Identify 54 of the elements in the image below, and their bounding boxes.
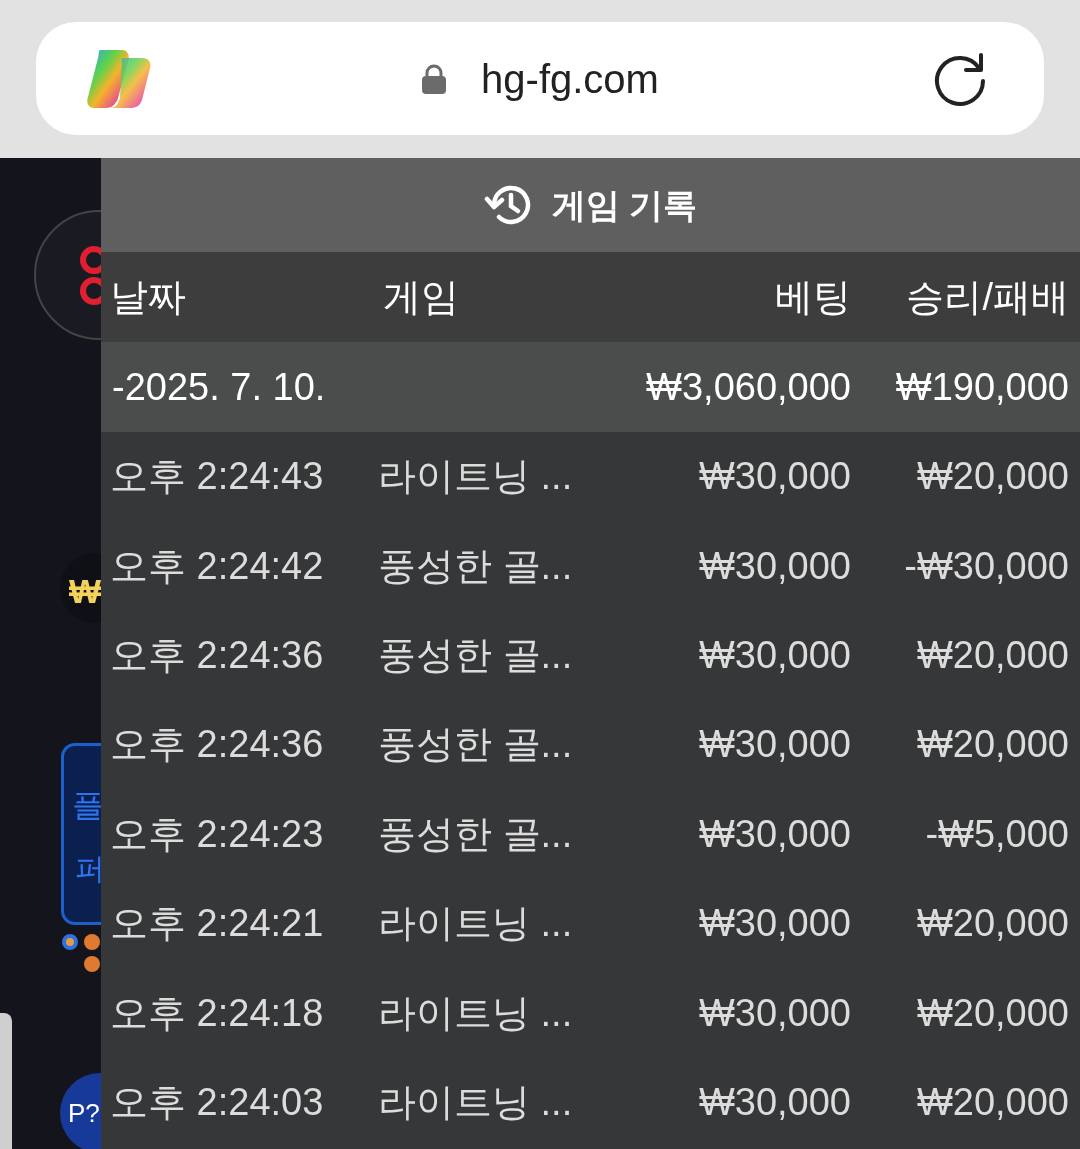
game-cell-text: 라이트닝 ... bbox=[378, 990, 574, 1036]
game-cell-text: 라이트닝 ... bbox=[378, 901, 574, 947]
column-header[interactable]: 승리/패배 bbox=[851, 268, 1069, 326]
game-cell-text: 라이트닝 ... bbox=[378, 454, 574, 500]
bet-cell-text: ₩30,000 bbox=[697, 990, 851, 1036]
time-cell-text: 오후 2:24:36 bbox=[110, 722, 325, 768]
promo-text: 퍼 bbox=[74, 851, 101, 887]
game-cell-text: 라이트닝 ... bbox=[378, 1079, 574, 1125]
game-cell-text: 풍성한 골... bbox=[378, 811, 574, 857]
avatar[interactable]: P? bbox=[60, 1073, 101, 1149]
column-header[interactable]: 날짜 bbox=[110, 268, 378, 326]
bet-cell-text: ₩30,000 bbox=[697, 543, 851, 589]
bet-cell-text: ₩30,000 bbox=[697, 811, 851, 857]
result-cell-text: ₩20,000 bbox=[915, 632, 1069, 678]
panel-title: 게임 기록 bbox=[551, 184, 698, 226]
time-cell-text: 오후 2:24:36 bbox=[110, 632, 325, 678]
bet-total: ₩3,060,000 bbox=[645, 364, 851, 410]
time-cell-text: 오후 2:24:43 bbox=[110, 454, 325, 500]
bet-cell-text: ₩30,000 bbox=[697, 454, 851, 500]
game-cell-text: 풍성한 골... bbox=[378, 543, 574, 589]
game-cell-text: 풍성한 골... bbox=[378, 722, 574, 768]
result-cell-text: ₩20,000 bbox=[915, 454, 1069, 500]
time-cell-text: 오후 2:24:23 bbox=[110, 811, 325, 857]
date-text: -2025. 7. 10. bbox=[112, 364, 327, 410]
bet-cell-text: ₩30,000 bbox=[697, 1079, 851, 1125]
currency-symbol: ₩ bbox=[68, 571, 101, 612]
result-cell-text: ₩20,000 bbox=[915, 1079, 1069, 1125]
column-header[interactable]: 베팅 bbox=[688, 268, 851, 326]
column-header[interactable]: 게임 bbox=[378, 268, 688, 326]
logo-icon bbox=[78, 245, 101, 307]
result-cell-text: -₩5,000 bbox=[924, 811, 1069, 857]
result-total: ₩190,000 bbox=[894, 364, 1069, 410]
time-cell-text: 오후 2:24:18 bbox=[110, 990, 325, 1036]
chip-icon bbox=[62, 934, 78, 950]
time-cell-text: 오후 2:24:42 bbox=[110, 543, 325, 589]
result-cell-text: ₩20,000 bbox=[915, 722, 1069, 768]
result-cell-text: ₩20,000 bbox=[915, 990, 1069, 1036]
date-row[interactable]: -2025. 7. 10. ₩3,060,000 ₩190,000 bbox=[101, 342, 1080, 432]
bet-cell-text: ₩30,000 bbox=[697, 632, 851, 678]
reload-icon[interactable] bbox=[932, 51, 988, 107]
bet-cell-text: ₩30,000 bbox=[697, 722, 851, 768]
time-cell-text: 오후 2:24:21 bbox=[110, 901, 325, 947]
bet-cell-text: ₩30,000 bbox=[697, 901, 851, 947]
chip-icon bbox=[84, 934, 100, 950]
address-bar[interactable]: hg-fg.com bbox=[36, 22, 1044, 135]
result-cell-text: -₩30,000 bbox=[903, 543, 1069, 589]
time-cell-text: 오후 2:24:03 bbox=[110, 1079, 325, 1125]
avatar-text: P? bbox=[68, 1096, 100, 1130]
chip-icon bbox=[84, 956, 100, 972]
game-cell-text: 풍성한 골... bbox=[378, 632, 574, 678]
lock-icon bbox=[421, 63, 448, 94]
result-cell-text: ₩20,000 bbox=[915, 901, 1069, 947]
promo-text: 플 bbox=[72, 786, 101, 825]
url-text: hg-fg.com bbox=[481, 55, 659, 103]
